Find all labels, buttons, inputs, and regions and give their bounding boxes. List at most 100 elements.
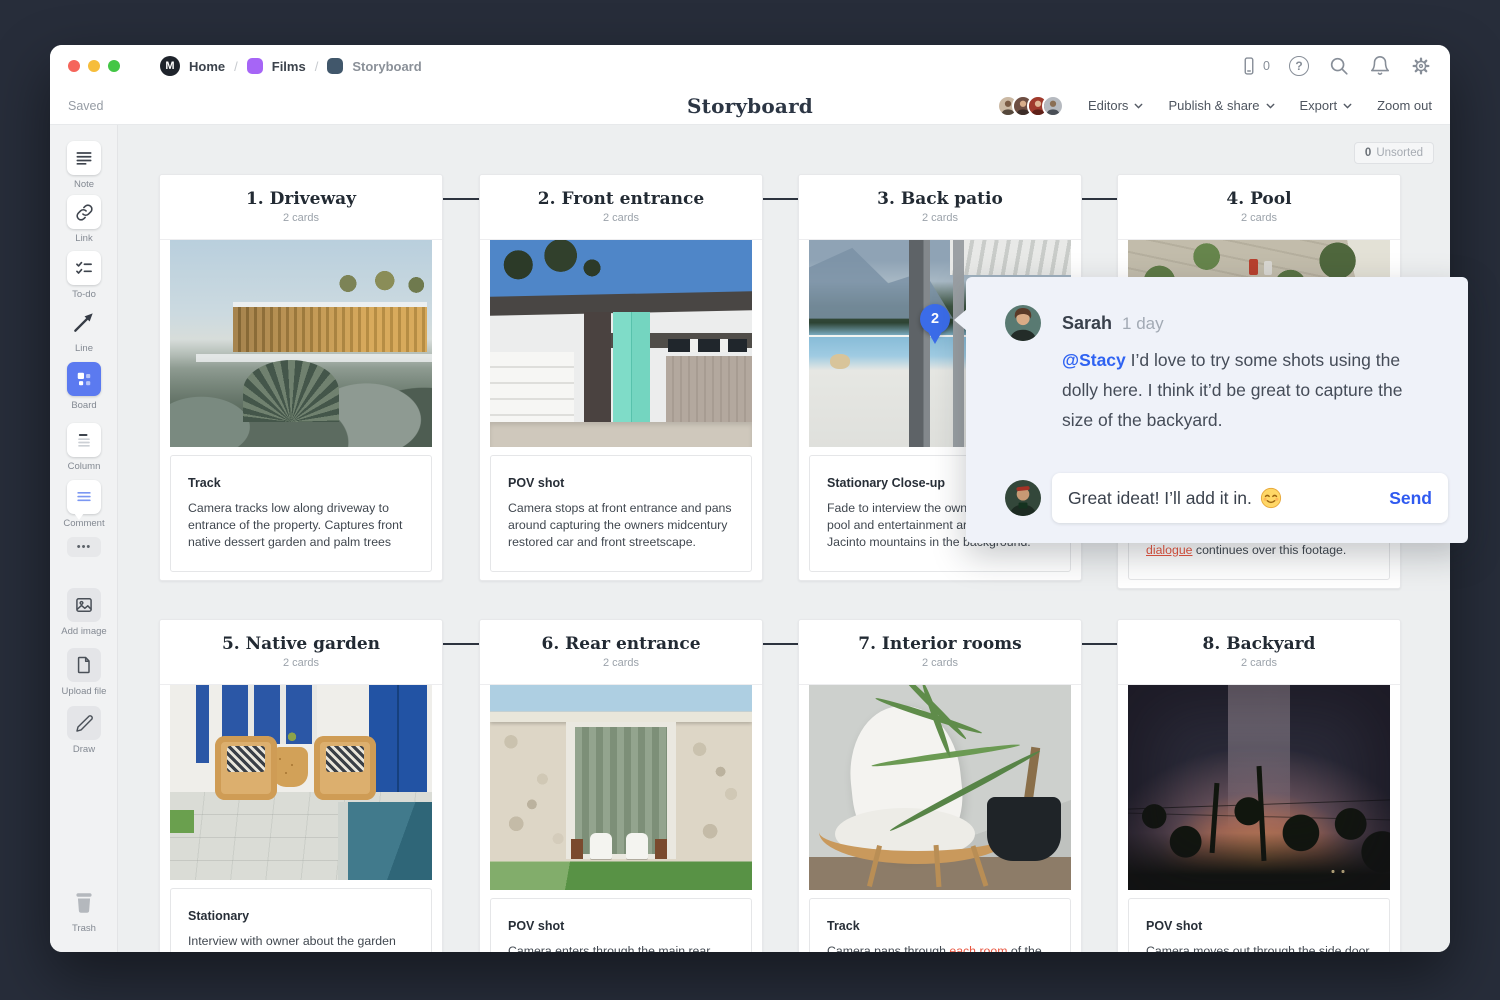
editor-avatars[interactable] bbox=[997, 95, 1064, 117]
shot-note[interactable]: POV shot Camera moves out through the si… bbox=[1128, 898, 1390, 952]
unsorted-label: Unsorted bbox=[1376, 147, 1423, 159]
board-header: Saved Storyboard Editors bbox=[50, 87, 1450, 125]
shot-type: POV shot bbox=[1146, 919, 1372, 933]
comment-author[interactable]: Sarah bbox=[1062, 313, 1112, 334]
connector-arrow[interactable] bbox=[1079, 643, 1119, 645]
chevron-down-icon bbox=[1265, 102, 1276, 110]
shot-type: Track bbox=[827, 919, 1053, 933]
shot-note[interactable]: POV shot Camera enters through the main … bbox=[490, 898, 752, 952]
storyboard-column-interior-rooms[interactable]: 7. Interior rooms 2 cards Track Camera p… bbox=[798, 619, 1082, 952]
connector-arrow[interactable] bbox=[441, 643, 481, 645]
tool-label: Upload file bbox=[50, 686, 118, 697]
editors-menu[interactable]: Editors bbox=[1088, 98, 1144, 113]
app-logo-icon[interactable]: M bbox=[160, 56, 180, 76]
column-title[interactable]: 8. Backyard bbox=[1118, 620, 1400, 655]
close-window-button[interactable] bbox=[68, 60, 80, 72]
column-card-count: 2 cards bbox=[799, 212, 1081, 240]
films-board-icon[interactable] bbox=[247, 58, 263, 74]
native-garden-photo[interactable] bbox=[170, 685, 432, 880]
shot-description: Interview with owner about the garden bbox=[188, 933, 414, 950]
shot-description: Camera pans through each room of the bbox=[827, 943, 1053, 952]
zoom-out-button[interactable]: Zoom out bbox=[1377, 98, 1432, 113]
publish-share-menu[interactable]: Publish & share bbox=[1168, 98, 1275, 113]
front-entrance-photo[interactable] bbox=[490, 240, 752, 447]
tool-board[interactable]: Board bbox=[50, 362, 118, 411]
tool-column[interactable]: Column bbox=[50, 423, 118, 472]
tool-label: Note bbox=[50, 179, 118, 190]
column-title[interactable]: 3. Back patio bbox=[799, 175, 1081, 210]
shot-description-text: continues over this footage. bbox=[1193, 543, 1347, 557]
shot-description: Camera stops at front entrance and pans … bbox=[508, 500, 734, 551]
shot-note[interactable]: Stationary Interview with owner about th… bbox=[170, 888, 432, 952]
tool-upload-file[interactable]: Upload file bbox=[50, 648, 118, 697]
tool-note[interactable]: Note bbox=[50, 141, 118, 190]
export-menu[interactable]: Export bbox=[1300, 98, 1354, 113]
send-button[interactable]: Send bbox=[1389, 488, 1432, 509]
text-link[interactable]: each room bbox=[949, 944, 1007, 952]
storyboard-column-driveway[interactable]: 1. Driveway 2 cards Track Camera tracks … bbox=[159, 174, 443, 581]
storyboard-column-rear-entrance[interactable]: 6. Rear entrance 2 cards POV shot Camera… bbox=[479, 619, 763, 952]
column-card-count: 2 cards bbox=[1118, 657, 1400, 685]
board-icon bbox=[67, 362, 101, 396]
column-title[interactable]: 1. Driveway bbox=[160, 175, 442, 210]
todo-icon bbox=[67, 251, 101, 285]
chevron-down-icon bbox=[1133, 102, 1144, 110]
shot-description: Camera enters through the main rear bbox=[508, 943, 734, 952]
comment-pin[interactable]: 2 bbox=[920, 304, 950, 334]
storyboard-column-front-entrance[interactable]: 2. Front entrance 2 cards POV shot Camer… bbox=[479, 174, 763, 581]
column-title[interactable]: 4. Pool bbox=[1118, 175, 1400, 210]
driveway-photo[interactable] bbox=[170, 240, 432, 447]
column-title[interactable]: 7. Interior rooms bbox=[799, 620, 1081, 655]
text-link[interactable]: dialogue bbox=[1146, 543, 1193, 557]
zoom-out-label: Zoom out bbox=[1377, 98, 1432, 113]
help-icon[interactable]: ? bbox=[1289, 56, 1309, 76]
notifications-bell-icon[interactable] bbox=[1369, 55, 1391, 77]
shot-description-text: Camera pans through bbox=[827, 944, 949, 952]
fullscreen-window-button[interactable] bbox=[108, 60, 120, 72]
connector-arrow[interactable] bbox=[1079, 198, 1119, 200]
unsorted-badge[interactable]: 0 Unsorted bbox=[1354, 142, 1434, 164]
tool-trash[interactable]: Trash bbox=[50, 885, 118, 934]
connector-arrow[interactable] bbox=[760, 198, 800, 200]
note-icon bbox=[67, 141, 101, 175]
column-title[interactable]: 5. Native garden bbox=[160, 620, 442, 655]
tool-add-image[interactable]: Add image bbox=[50, 588, 118, 637]
add-image-icon bbox=[67, 588, 101, 622]
connector-arrow[interactable] bbox=[441, 198, 481, 200]
connector-arrow[interactable] bbox=[760, 643, 800, 645]
column-title[interactable]: 2. Front entrance bbox=[480, 175, 762, 210]
shot-note[interactable]: POV shot Camera stops at front entrance … bbox=[490, 455, 752, 572]
storyboard-column-native-garden[interactable]: 5. Native garden 2 cards Stationary Inte… bbox=[159, 619, 443, 952]
tool-label: Comment bbox=[50, 518, 118, 529]
mention-link[interactable]: @Stacy bbox=[1062, 350, 1126, 370]
column-card-count: 2 cards bbox=[480, 657, 762, 685]
tool-label: To-do bbox=[50, 289, 118, 300]
tool-more[interactable]: ••• bbox=[50, 537, 118, 557]
column-card-count: 2 cards bbox=[160, 212, 442, 240]
mobile-device-icon[interactable]: 0 bbox=[1239, 55, 1270, 77]
breadcrumb-films[interactable]: Films bbox=[272, 59, 306, 74]
tool-draw[interactable]: Draw bbox=[50, 706, 118, 755]
tool-line[interactable]: Line bbox=[50, 305, 118, 354]
column-title[interactable]: 6. Rear entrance bbox=[480, 620, 762, 655]
minimize-window-button[interactable] bbox=[88, 60, 100, 72]
tool-link[interactable]: Link bbox=[50, 195, 118, 244]
backyard-photo[interactable] bbox=[1128, 685, 1390, 890]
storyboard-column-backyard[interactable]: 8. Backyard 2 cards POV shot Camera move… bbox=[1117, 619, 1401, 952]
reply-input[interactable]: Great ideat! I’ll add it in. Send bbox=[1052, 473, 1448, 523]
search-icon[interactable] bbox=[1328, 55, 1350, 77]
sarah-avatar bbox=[1005, 305, 1041, 341]
shot-note[interactable]: Track Camera pans through each room of t… bbox=[809, 898, 1071, 952]
shot-note[interactable]: Track Camera tracks low along driveway t… bbox=[170, 455, 432, 572]
breadcrumb-storyboard[interactable]: Storyboard bbox=[352, 59, 421, 74]
shot-type: POV shot bbox=[508, 919, 734, 933]
trash-icon bbox=[67, 885, 101, 919]
storyboard-board-icon[interactable] bbox=[327, 58, 343, 74]
tool-todo[interactable]: To-do bbox=[50, 251, 118, 300]
tool-label: Column bbox=[50, 461, 118, 472]
rear-entrance-photo[interactable] bbox=[490, 685, 752, 890]
settings-gear-icon[interactable] bbox=[1410, 55, 1432, 77]
breadcrumb-home[interactable]: Home bbox=[189, 59, 225, 74]
interior-rooms-photo[interactable] bbox=[809, 685, 1071, 890]
tool-comment[interactable]: Comment bbox=[50, 480, 118, 529]
